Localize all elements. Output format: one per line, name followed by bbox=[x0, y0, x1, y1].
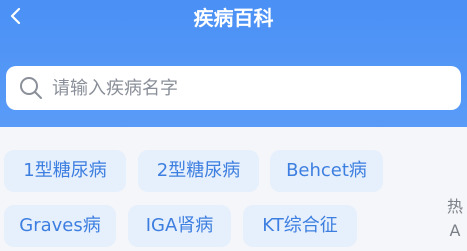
disease-tag-iga-nephropathy[interactable]: IGA肾病 bbox=[128, 205, 231, 247]
search-box[interactable] bbox=[6, 66, 461, 110]
disease-tag-type1-diabetes[interactable]: 1型糖尿病 bbox=[4, 150, 126, 192]
disease-tag-graves[interactable]: Graves病 bbox=[4, 205, 116, 247]
search-icon bbox=[18, 75, 44, 101]
index-item-a[interactable]: A bbox=[444, 221, 466, 240]
disease-tag-behcet[interactable]: Behcet病 bbox=[270, 150, 383, 192]
disease-tag-type2-diabetes[interactable]: 2型糖尿病 bbox=[138, 150, 259, 192]
page-title: 疾病百科 bbox=[193, 6, 274, 30]
header-bar: 疾病百科 bbox=[0, 0, 467, 127]
search-input[interactable] bbox=[52, 77, 461, 99]
index-item-hot[interactable]: 热 bbox=[444, 193, 466, 217]
disease-tag-kt-syndrome[interactable]: KT综合征 bbox=[243, 205, 357, 247]
